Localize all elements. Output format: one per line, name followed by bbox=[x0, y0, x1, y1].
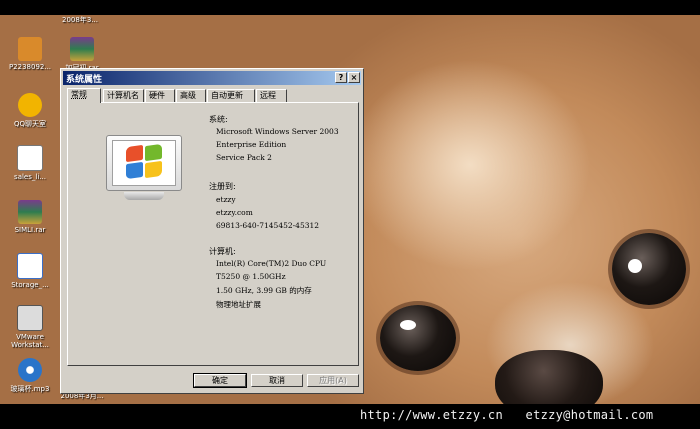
system-properties-dialog: 系统属性 ? × 常规 计算机名 硬件 高级 自动更新 远程 系统: Micro… bbox=[60, 68, 364, 394]
rar-archive-icon bbox=[70, 37, 94, 61]
rar-archive-icon bbox=[18, 200, 42, 224]
desktop-icon-label: QQ聊天室 bbox=[13, 120, 47, 128]
desktop-icon-image-file[interactable]: P2238092... bbox=[0, 37, 60, 71]
wallpaper-dog-left-eye bbox=[380, 305, 456, 371]
desktop-icon-partial-top[interactable]: 2008年3... bbox=[50, 15, 110, 25]
system-service-pack: Service Pack 2 bbox=[216, 153, 272, 162]
windows-flag-green bbox=[145, 143, 162, 162]
dialog-title: 系统属性 bbox=[66, 75, 103, 85]
apply-button[interactable]: 应用(A) bbox=[307, 374, 359, 387]
desktop-icon-label: sales_li... bbox=[14, 173, 46, 181]
cpu-speed-memory: 1.50 GHz, 3.99 GB 的内存 bbox=[216, 286, 312, 295]
desktop-icon-simli-rar[interactable]: SIMLI.rar bbox=[0, 200, 60, 234]
desktop-icon-label: 2008年3... bbox=[62, 16, 98, 24]
windows-logo-monitor-icon bbox=[106, 135, 182, 203]
qq-chat-icon bbox=[18, 93, 42, 117]
desktop-icon-sales-doc[interactable]: sales_li... bbox=[0, 145, 60, 181]
tab-automatic-updates[interactable]: 自动更新 bbox=[207, 89, 255, 102]
windows-flag-yellow bbox=[145, 160, 162, 179]
general-tab-panel: 系统: Microsoft Windows Server 2003 Enterp… bbox=[67, 102, 359, 366]
desktop-icon-label: 玻璃杯.mp3 bbox=[10, 385, 50, 393]
tab-remote[interactable]: 远程 bbox=[256, 89, 287, 102]
cpu-name: Intel(R) Core(TM)2 Duo CPU bbox=[216, 259, 327, 268]
desktop: 2008年3... P2238092... QQ聊天室 sales_li... … bbox=[0, 15, 700, 404]
help-button[interactable]: ? bbox=[335, 72, 347, 83]
desktop-icon-vmware[interactable]: VMware Workstat... bbox=[0, 305, 60, 349]
image-file-icon bbox=[18, 37, 42, 61]
dialog-titlebar[interactable]: 系统属性 ? × bbox=[63, 71, 361, 85]
desktop-icon-storage-doc[interactable]: Storage_... bbox=[0, 253, 60, 289]
desktop-icon-mp3[interactable]: 玻璃杯.mp3 bbox=[0, 358, 60, 394]
monitor-base bbox=[124, 192, 164, 200]
top-black-border bbox=[0, 0, 700, 15]
eye-glint bbox=[628, 259, 642, 273]
tab-computer-name[interactable]: 计算机名 bbox=[103, 89, 144, 102]
mp3-audio-icon bbox=[18, 358, 42, 382]
cancel-button[interactable]: 取消 bbox=[251, 374, 303, 387]
desktop-icon-label: VMware Workstat... bbox=[11, 333, 49, 349]
document-icon bbox=[17, 145, 43, 171]
registered-user: etzzy bbox=[216, 195, 236, 204]
system-os-name: Microsoft Windows Server 2003 bbox=[216, 127, 339, 136]
vmware-icon bbox=[17, 305, 43, 331]
monitor-screen bbox=[112, 140, 176, 186]
system-heading: 系统: bbox=[209, 115, 228, 124]
tab-general[interactable]: 常规 bbox=[67, 88, 101, 103]
windows-flag-blue bbox=[126, 161, 143, 180]
product-id: 69813-640-7145452-45312 bbox=[216, 221, 320, 230]
computer-heading: 计算机: bbox=[209, 247, 236, 256]
desktop-icon-label: Storage_... bbox=[11, 281, 49, 289]
footer-watermark-text: http://www.etzzy.cn etzzy@hotmail.com bbox=[360, 408, 654, 422]
desktop-icon-qq-chat[interactable]: QQ聊天室 bbox=[0, 93, 60, 129]
registered-organization: etzzy.com bbox=[216, 208, 253, 217]
word-document-icon bbox=[17, 253, 43, 279]
eye-glint bbox=[400, 320, 416, 330]
registered-heading: 注册到: bbox=[209, 182, 236, 191]
tab-hardware[interactable]: 硬件 bbox=[145, 89, 175, 102]
physical-address-extension: 物理地址扩展 bbox=[216, 300, 261, 309]
windows-flag-red bbox=[126, 144, 143, 163]
desktop-icon-label: SIMLI.rar bbox=[14, 226, 46, 234]
wallpaper-dog-right-eye bbox=[612, 233, 686, 305]
tab-advanced[interactable]: 高级 bbox=[176, 89, 206, 102]
cpu-model: T5250 @ 1.50GHz bbox=[216, 272, 286, 281]
wallpaper-dog-nose bbox=[495, 350, 603, 404]
desktop-icon-label: P2238092... bbox=[8, 63, 52, 71]
ok-button[interactable]: 确定 bbox=[193, 373, 247, 388]
system-edition: Enterprise Edition bbox=[216, 140, 287, 149]
close-button[interactable]: × bbox=[348, 72, 360, 83]
